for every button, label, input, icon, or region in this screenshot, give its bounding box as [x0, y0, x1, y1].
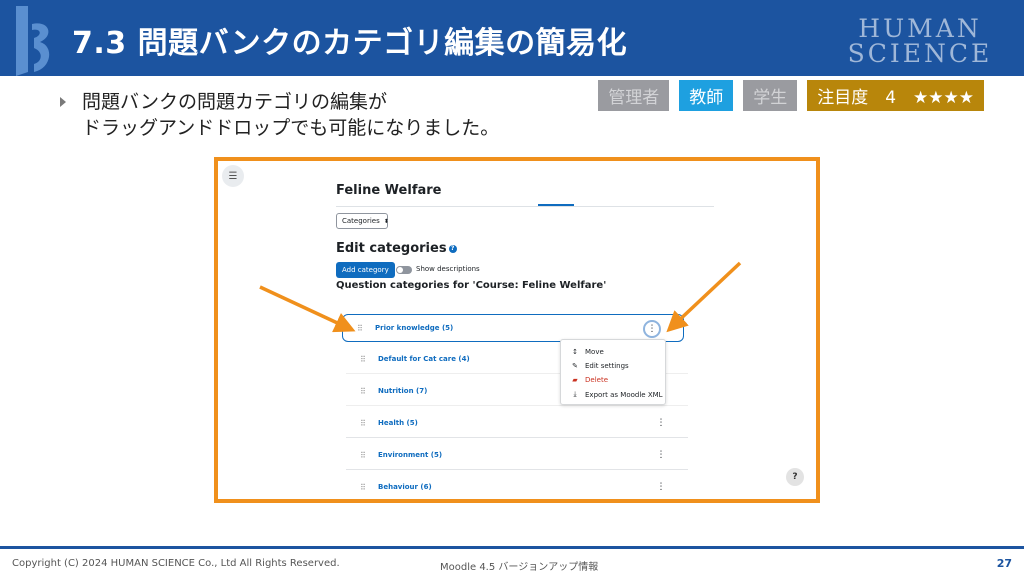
bullet-triangle-icon — [60, 97, 66, 107]
brand-line-1: HUMAN — [858, 14, 982, 43]
bullet-line-2: ドラッグアンドドロップでも可能になりました。 — [82, 117, 500, 139]
bullet-line-1: 問題バンクの問題カテゴリの編集が — [82, 91, 387, 113]
badge-attention-rating: 注目度 4 ★★★★ — [807, 80, 984, 111]
badge-teacher: 教師 — [679, 80, 734, 111]
footer-subtitle: Moodle 4.5 バージョンアップ情報 — [440, 562, 599, 573]
footer-rule — [0, 546, 1024, 549]
company-logo-icon — [16, 6, 50, 76]
header-band: 7.3 問題バンクのカテゴリ編集の簡易化 HUMAN SCIENCE — [0, 0, 1024, 76]
brand-line-2: SCIENCE — [847, 39, 993, 68]
badge-admin: 管理者 — [598, 80, 670, 111]
annotation-arrows — [259, 261, 742, 333]
arrow-to-drag-handle — [259, 285, 356, 333]
badge-student: 学生 — [743, 80, 798, 111]
slide-title: 7.3 問題バンクのカテゴリ編集の簡易化 — [72, 26, 628, 61]
bullet-text: 問題バンクの問題カテゴリの編集が ドラッグアンドドロップでも可能になりました。 — [82, 89, 499, 141]
footer-copyright: Copyright (C) 2024 HUMAN SCIENCE Co., Lt… — [12, 558, 340, 569]
moodle-screenshot: ☰ Feline Welfare Categories ⬍ Edit categ… — [214, 157, 820, 503]
audience-badges: 管理者 教師 学生 注目度 4 ★★★★ — [598, 80, 984, 111]
page-number: 27 — [996, 557, 1012, 570]
arrow-to-kebab-menu — [666, 261, 742, 333]
brand-logo-text: HUMAN SCIENCE — [840, 16, 1000, 66]
